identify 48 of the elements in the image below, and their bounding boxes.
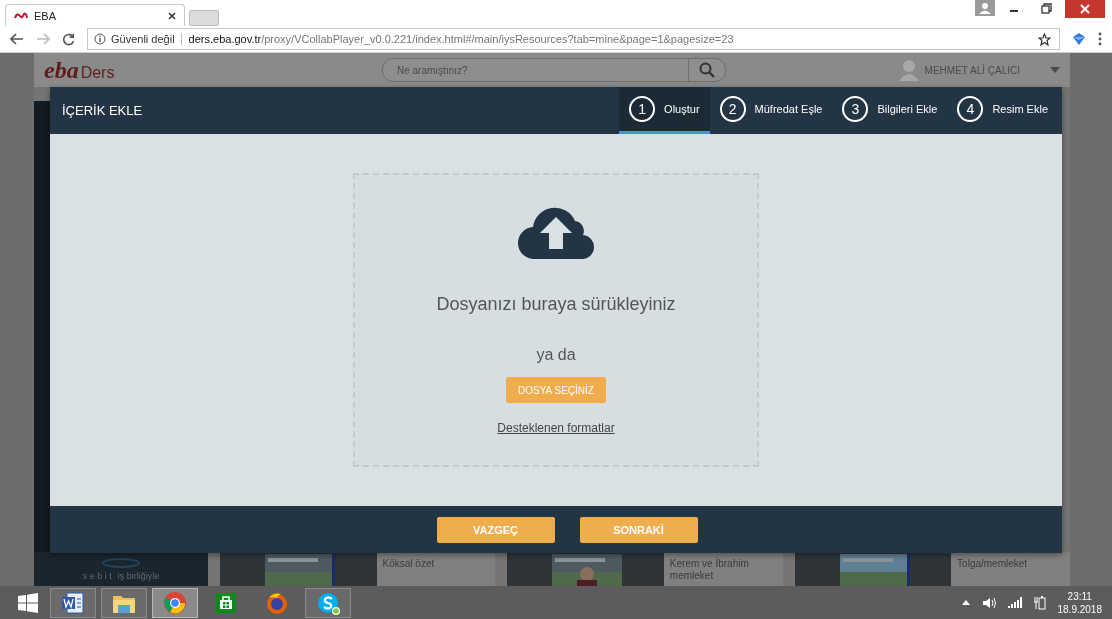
step-tab[interactable]: 3 Bilgileri Ekle: [832, 87, 948, 134]
search-bar[interactable]: Ne aramıştınız?: [382, 58, 726, 82]
drop-zone[interactable]: Dosyanızı buraya sürükleyiniz ya da DOSYA SEÇİNİZ Desteklenen formatlar: [353, 173, 759, 467]
caret-icon[interactable]: [1050, 67, 1060, 73]
battery-icon[interactable]: [1033, 595, 1046, 610]
chevron-up-icon[interactable]: [961, 600, 970, 605]
partner-logo-icon: [101, 557, 142, 569]
step-number: 1: [629, 96, 656, 122]
close-icon[interactable]: [168, 12, 176, 20]
step-number: 2: [719, 96, 746, 122]
menu-icon[interactable]: [1098, 32, 1102, 46]
step-tab[interactable]: 1 Oluştur: [619, 87, 710, 134]
favicon-icon: [14, 12, 28, 20]
address-field[interactable]: Güvenli değil ders.eba.gov.tr/proxy/VCollabPlayer_v0.0.221/index.html#/main/iysResources?tab=mine&page=1&pagesize=23: [87, 28, 1060, 50]
user-icon[interactable]: [975, 0, 995, 16]
volume-icon[interactable]: [981, 596, 996, 609]
star-icon[interactable]: [1038, 32, 1051, 46]
dialog-title: İÇERİK EKLE: [61, 103, 144, 118]
step-number: 3: [842, 96, 869, 122]
taskbar-button[interactable]: [152, 587, 198, 618]
windows-start-icon[interactable]: [18, 592, 38, 613]
taskbar-button[interactable]: [305, 587, 351, 618]
info-icon: [94, 33, 106, 45]
search-icon: [699, 62, 715, 78]
signal-icon[interactable]: [1007, 597, 1022, 608]
browser-tab[interactable]: EBA: [5, 4, 185, 27]
taskbar-button[interactable]: [101, 587, 147, 618]
drop-prompt: Dosyanızı buraya sürükleyiniz: [436, 293, 676, 315]
step-number: 4: [957, 96, 984, 122]
clock-date[interactable]: 18.9.2018: [1057, 602, 1102, 616]
avatar-icon: [898, 59, 919, 81]
browser-icon: [161, 589, 189, 616]
reload-icon[interactable]: [62, 32, 75, 46]
step-tab[interactable]: 2 Müfredat Eşle: [709, 87, 833, 134]
logo-mark[interactable]: eba: [44, 56, 79, 84]
logo-text: Ders: [80, 63, 115, 82]
security-label: Güvenli değil: [111, 33, 182, 45]
formats-link[interactable]: Desteklenen formatlar: [497, 421, 615, 435]
or-text: ya da: [536, 345, 576, 365]
partner-caption: iş birliğiyle: [117, 571, 160, 581]
back-icon[interactable]: [10, 33, 24, 45]
document-icon: [59, 589, 87, 616]
url-text: ders.eba.gov.tr/proxy/VCollabPlayer_v0.0.221/index.html#/main/iysResources?tab=mine&page=1&pagesize=23: [187, 33, 734, 45]
clock-time[interactable]: 23:11: [1067, 589, 1092, 603]
taskbar-button[interactable]: [50, 587, 96, 618]
step-tab[interactable]: 4 Resim Ekle: [947, 87, 1058, 134]
extension-icon[interactable]: [1072, 32, 1086, 46]
search-field[interactable]: Ne aramıştınız?: [383, 63, 688, 77]
